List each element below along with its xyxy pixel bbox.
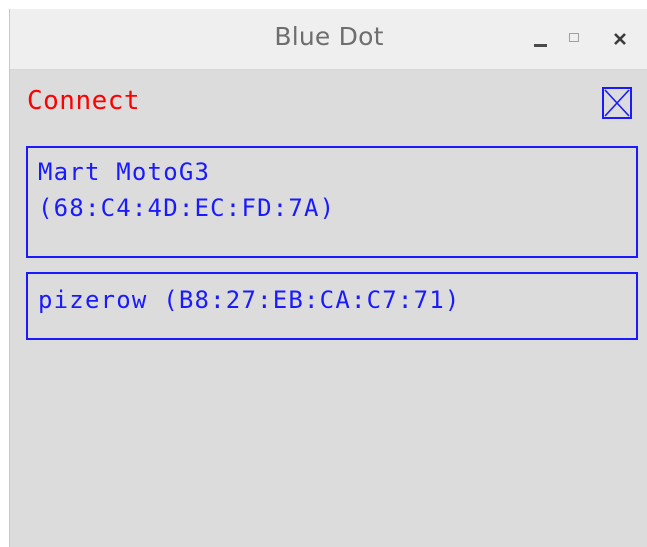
device-item-mart-motog3[interactable]: Mart MotoG3 (68:C4:4D:EC:FD:7A) (26, 146, 638, 258)
close-box-icon (604, 89, 630, 117)
main-content: Connect Mart MotoG3 (68:C4:4D:EC:FD:7A) … (10, 70, 647, 547)
device-name: Mart MotoG3 (38, 158, 211, 186)
device-address: (68:C4:4D:EC:FD:7A) (38, 194, 336, 222)
connect-heading: Connect (27, 86, 141, 116)
app-window: Blue Dot Connect Mart MotoG3 (68:C4:4D:E… (9, 9, 647, 547)
title-bar[interactable]: Blue Dot (10, 9, 647, 70)
maximize-button[interactable] (560, 23, 588, 53)
close-icon (614, 33, 626, 45)
minimize-button[interactable] (526, 23, 554, 53)
minimize-icon (534, 44, 547, 47)
maximize-icon (569, 33, 579, 42)
close-window-button[interactable] (606, 23, 634, 53)
device-item-pizerow[interactable]: pizerow (B8:27:EB:CA:C7:71) (26, 272, 638, 340)
cancel-connect-button[interactable] (602, 87, 632, 119)
device-label: pizerow (B8:27:EB:CA:C7:71) (38, 286, 461, 314)
